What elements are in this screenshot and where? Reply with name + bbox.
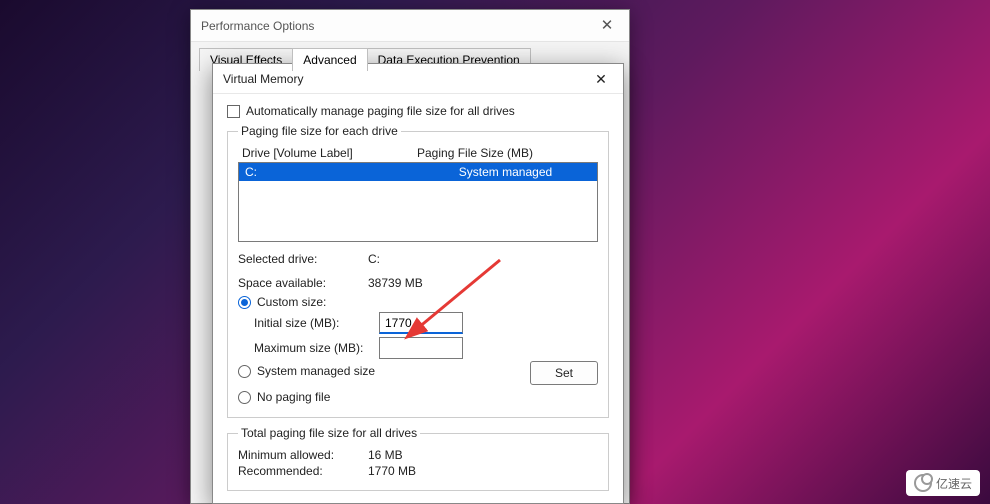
drive-list-header: Drive [Volume Label] Paging File Size (M… xyxy=(238,144,598,162)
drive-row[interactable]: C: System managed xyxy=(239,163,597,181)
paging-size-legend: Paging file size for each drive xyxy=(238,124,401,138)
close-button[interactable]: ✕ xyxy=(579,64,623,94)
space-label: Space available: xyxy=(238,276,368,290)
max-size-label: Maximum size (MB): xyxy=(254,341,379,355)
watermark-text: 亿速云 xyxy=(936,475,972,492)
selected-drive-label: Selected drive: xyxy=(238,252,368,266)
auto-manage-checkbox[interactable] xyxy=(227,105,240,118)
set-button[interactable]: Set xyxy=(530,361,598,385)
selected-drive-value: C: xyxy=(368,252,380,266)
total-group: Total paging file size for all drives Mi… xyxy=(227,426,609,491)
watermark-logo-icon xyxy=(914,474,932,492)
custom-size-radio[interactable] xyxy=(238,296,251,309)
col-drive: Drive [Volume Label] xyxy=(242,146,417,160)
col-size: Paging File Size (MB) xyxy=(417,146,533,160)
child-titlebar: Virtual Memory ✕ xyxy=(213,64,623,94)
drive-list[interactable]: C: System managed xyxy=(238,162,598,242)
rec-value: 1770 MB xyxy=(368,464,416,478)
no-paging-radio[interactable] xyxy=(238,391,251,404)
drive-size: System managed xyxy=(420,165,591,179)
system-managed-radio[interactable] xyxy=(238,365,251,378)
parent-title-text: Performance Options xyxy=(191,19,314,33)
drive-name: C: xyxy=(245,165,420,179)
parent-titlebar: Performance Options ✕ xyxy=(191,10,629,42)
initial-size-input[interactable] xyxy=(379,312,463,334)
min-value: 16 MB xyxy=(368,448,403,462)
custom-size-label: Custom size: xyxy=(257,295,326,309)
paging-size-group: Paging file size for each drive Drive [V… xyxy=(227,124,609,418)
watermark: 亿速云 xyxy=(906,470,980,496)
no-paging-label: No paging file xyxy=(257,390,330,404)
rec-label: Recommended: xyxy=(238,464,368,478)
tab-advanced[interactable]: Advanced xyxy=(292,48,367,71)
space-value: 38739 MB xyxy=(368,276,423,290)
total-legend: Total paging file size for all drives xyxy=(238,426,420,440)
auto-manage-label: Automatically manage paging file size fo… xyxy=(246,104,515,118)
min-label: Minimum allowed: xyxy=(238,448,368,462)
system-managed-label: System managed size xyxy=(257,364,375,378)
max-size-input[interactable] xyxy=(379,337,463,359)
initial-size-label: Initial size (MB): xyxy=(254,316,379,330)
parent-close-button[interactable]: ✕ xyxy=(585,10,629,42)
virtual-memory-dialog: Virtual Memory ✕ Automatically manage pa… xyxy=(212,63,624,504)
child-title-text: Virtual Memory xyxy=(213,72,303,86)
